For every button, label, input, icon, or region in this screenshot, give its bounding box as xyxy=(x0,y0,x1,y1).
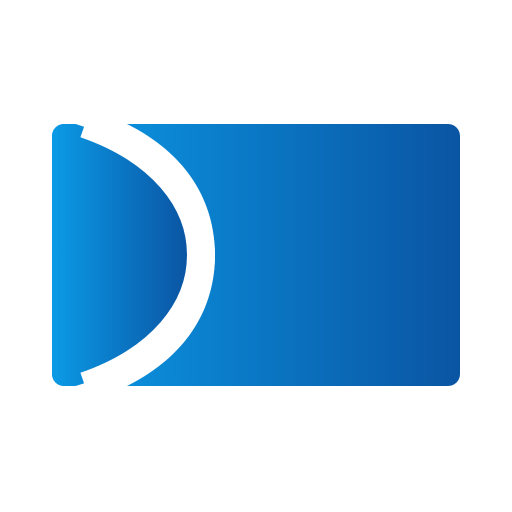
card-logo-icon xyxy=(52,124,460,386)
canvas xyxy=(0,0,512,512)
